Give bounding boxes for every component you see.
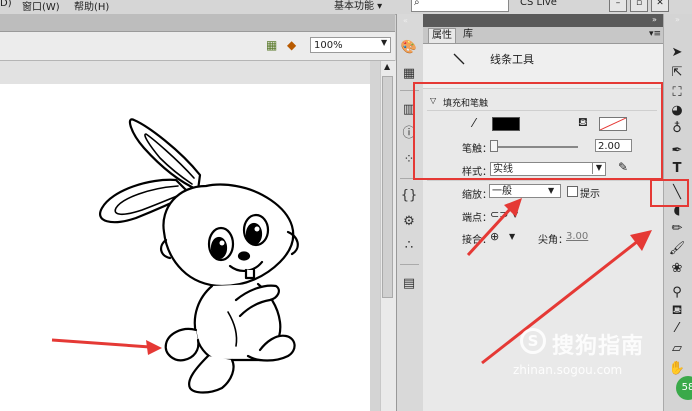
chevron-down-icon: ▼ xyxy=(381,38,388,47)
watermark-url: zhinan.sogou.com xyxy=(513,363,623,377)
pencil-tool-icon[interactable]: ✏ xyxy=(667,220,687,237)
brush-tool-icon[interactable]: 🖌 xyxy=(667,240,687,257)
edit-symbol-icon[interactable]: ◆ xyxy=(287,38,296,52)
highlight-fill-stroke xyxy=(413,82,663,180)
highlight-line-tool xyxy=(650,179,689,207)
deco-tool-icon[interactable]: ❀ xyxy=(667,260,687,277)
hint-label: 提示 xyxy=(580,189,600,200)
expand-panel-icon[interactable]: » xyxy=(652,15,657,24)
document-tab-bar xyxy=(0,14,395,32)
edit-scene-icon[interactable]: ▦ xyxy=(266,38,277,52)
components-icon[interactable]: ⚙ xyxy=(400,214,418,230)
hint-checkbox[interactable] xyxy=(567,186,578,197)
tab-properties[interactable]: 属性 xyxy=(428,28,456,43)
collapse-tools-icon[interactable]: » xyxy=(675,15,680,24)
eraser-tool-icon[interactable]: ▱ xyxy=(667,340,687,357)
panel-header xyxy=(423,14,663,27)
watermark-main: 搜狗指南 xyxy=(552,334,645,359)
motion-presets-icon[interactable]: ∴ xyxy=(400,238,418,254)
dock-divider xyxy=(400,264,419,265)
search-icon: ⌕ xyxy=(414,0,420,8)
code-snippets-icon[interactable]: {} xyxy=(400,188,418,204)
paint-bucket-tool-icon[interactable]: ⛾ xyxy=(667,302,687,319)
maximize-button[interactable]: ▫ xyxy=(630,0,648,12)
swatches-icon[interactable]: ▦ xyxy=(400,66,418,82)
panel-tabs xyxy=(423,27,663,44)
lasso-tool-icon[interactable]: ♁ xyxy=(667,120,687,137)
color-icon[interactable]: 🎨 xyxy=(400,40,418,56)
tool-name: 线条工具 xyxy=(490,53,534,66)
chevron-down-icon: ▼ xyxy=(548,186,555,195)
menu-window[interactable]: 窗口(W) xyxy=(22,0,60,13)
free-transform-tool-icon[interactable]: ⛶ xyxy=(667,84,687,101)
section-divider xyxy=(427,180,657,181)
menu-item-d[interactable]: D) xyxy=(0,0,12,9)
minimize-button[interactable]: – xyxy=(609,0,627,12)
menu-help[interactable]: 帮助(H) xyxy=(74,0,109,13)
zoom-select[interactable]: 100% xyxy=(310,37,391,53)
close-button[interactable]: ✕ xyxy=(651,0,669,12)
scroll-up-icon[interactable]: ▲ xyxy=(384,62,390,71)
3d-rotation-tool-icon[interactable]: ◕ xyxy=(667,102,687,119)
line-tool-icon xyxy=(453,53,465,65)
cs-live-button[interactable]: CS Live xyxy=(520,0,557,8)
movie-explorer-icon[interactable]: ▤ xyxy=(400,276,418,292)
red-arrow-stage xyxy=(51,338,162,355)
eyedropper-tool-icon[interactable]: ⁄ xyxy=(667,320,687,337)
tab-library[interactable]: 库 xyxy=(460,28,476,42)
subselection-tool-icon[interactable]: ⇱ xyxy=(667,64,687,81)
hand-tool-icon[interactable]: ✋ xyxy=(667,360,687,377)
scrollbar-thumb[interactable] xyxy=(382,76,393,298)
bunny-drawing xyxy=(99,118,299,394)
panel-menu-icon[interactable]: ▾≡ xyxy=(649,29,661,39)
sogou-logo-icon: S xyxy=(520,328,546,354)
collapse-dock-icon[interactable]: « xyxy=(403,16,408,25)
pen-tool-icon[interactable]: ✒ xyxy=(667,142,687,159)
selection-tool-icon[interactable]: ➤ xyxy=(667,44,687,61)
workspace-switcher[interactable]: 基本功能 ▾ xyxy=(334,0,382,12)
text-tool-icon[interactable]: T xyxy=(667,160,687,177)
search-input[interactable] xyxy=(411,0,509,12)
bone-tool-icon[interactable]: ⚲ xyxy=(667,284,687,301)
